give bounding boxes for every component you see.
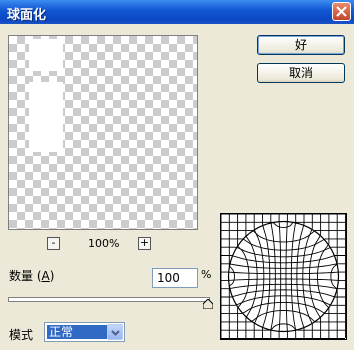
preview-white-block bbox=[29, 82, 63, 152]
amount-unit: % bbox=[201, 268, 212, 281]
amount-label-text: 数量 bbox=[9, 269, 34, 283]
spherize-grid-preview bbox=[220, 213, 347, 340]
cancel-button[interactable]: 取消 bbox=[257, 63, 345, 83]
ok-button[interactable]: 好 bbox=[257, 35, 345, 55]
zoom-out-button[interactable]: - bbox=[47, 237, 60, 250]
mode-dropdown-button[interactable] bbox=[107, 324, 123, 340]
chevron-down-icon bbox=[111, 330, 120, 336]
window-title: 球面化 bbox=[7, 8, 47, 23]
amount-input[interactable]: 100 bbox=[152, 268, 198, 288]
amount-slider-thumb[interactable] bbox=[203, 299, 213, 309]
amount-slider-track[interactable] bbox=[8, 297, 210, 302]
zoom-level: 100% bbox=[88, 237, 120, 250]
amount-mnemonic: A bbox=[41, 269, 50, 283]
mode-selected-value: 正常 bbox=[47, 325, 107, 339]
close-button[interactable] bbox=[332, 2, 351, 21]
mode-label: 模式 bbox=[9, 328, 34, 342]
amount-label: 数量 (A) bbox=[9, 269, 55, 283]
preview-pane[interactable] bbox=[8, 35, 198, 230]
zoom-in-button[interactable]: + bbox=[138, 237, 151, 250]
mode-select[interactable]: 正常 bbox=[44, 322, 125, 342]
close-icon bbox=[336, 6, 347, 17]
spherize-dialog: 球面化 - 100% + 好 取消 数量 (A) 100 % 模式 正常 bbox=[0, 0, 354, 350]
preview-white-block bbox=[29, 39, 63, 71]
title-bar[interactable]: 球面化 bbox=[0, 0, 354, 24]
sphere-grid-icon bbox=[220, 213, 346, 339]
